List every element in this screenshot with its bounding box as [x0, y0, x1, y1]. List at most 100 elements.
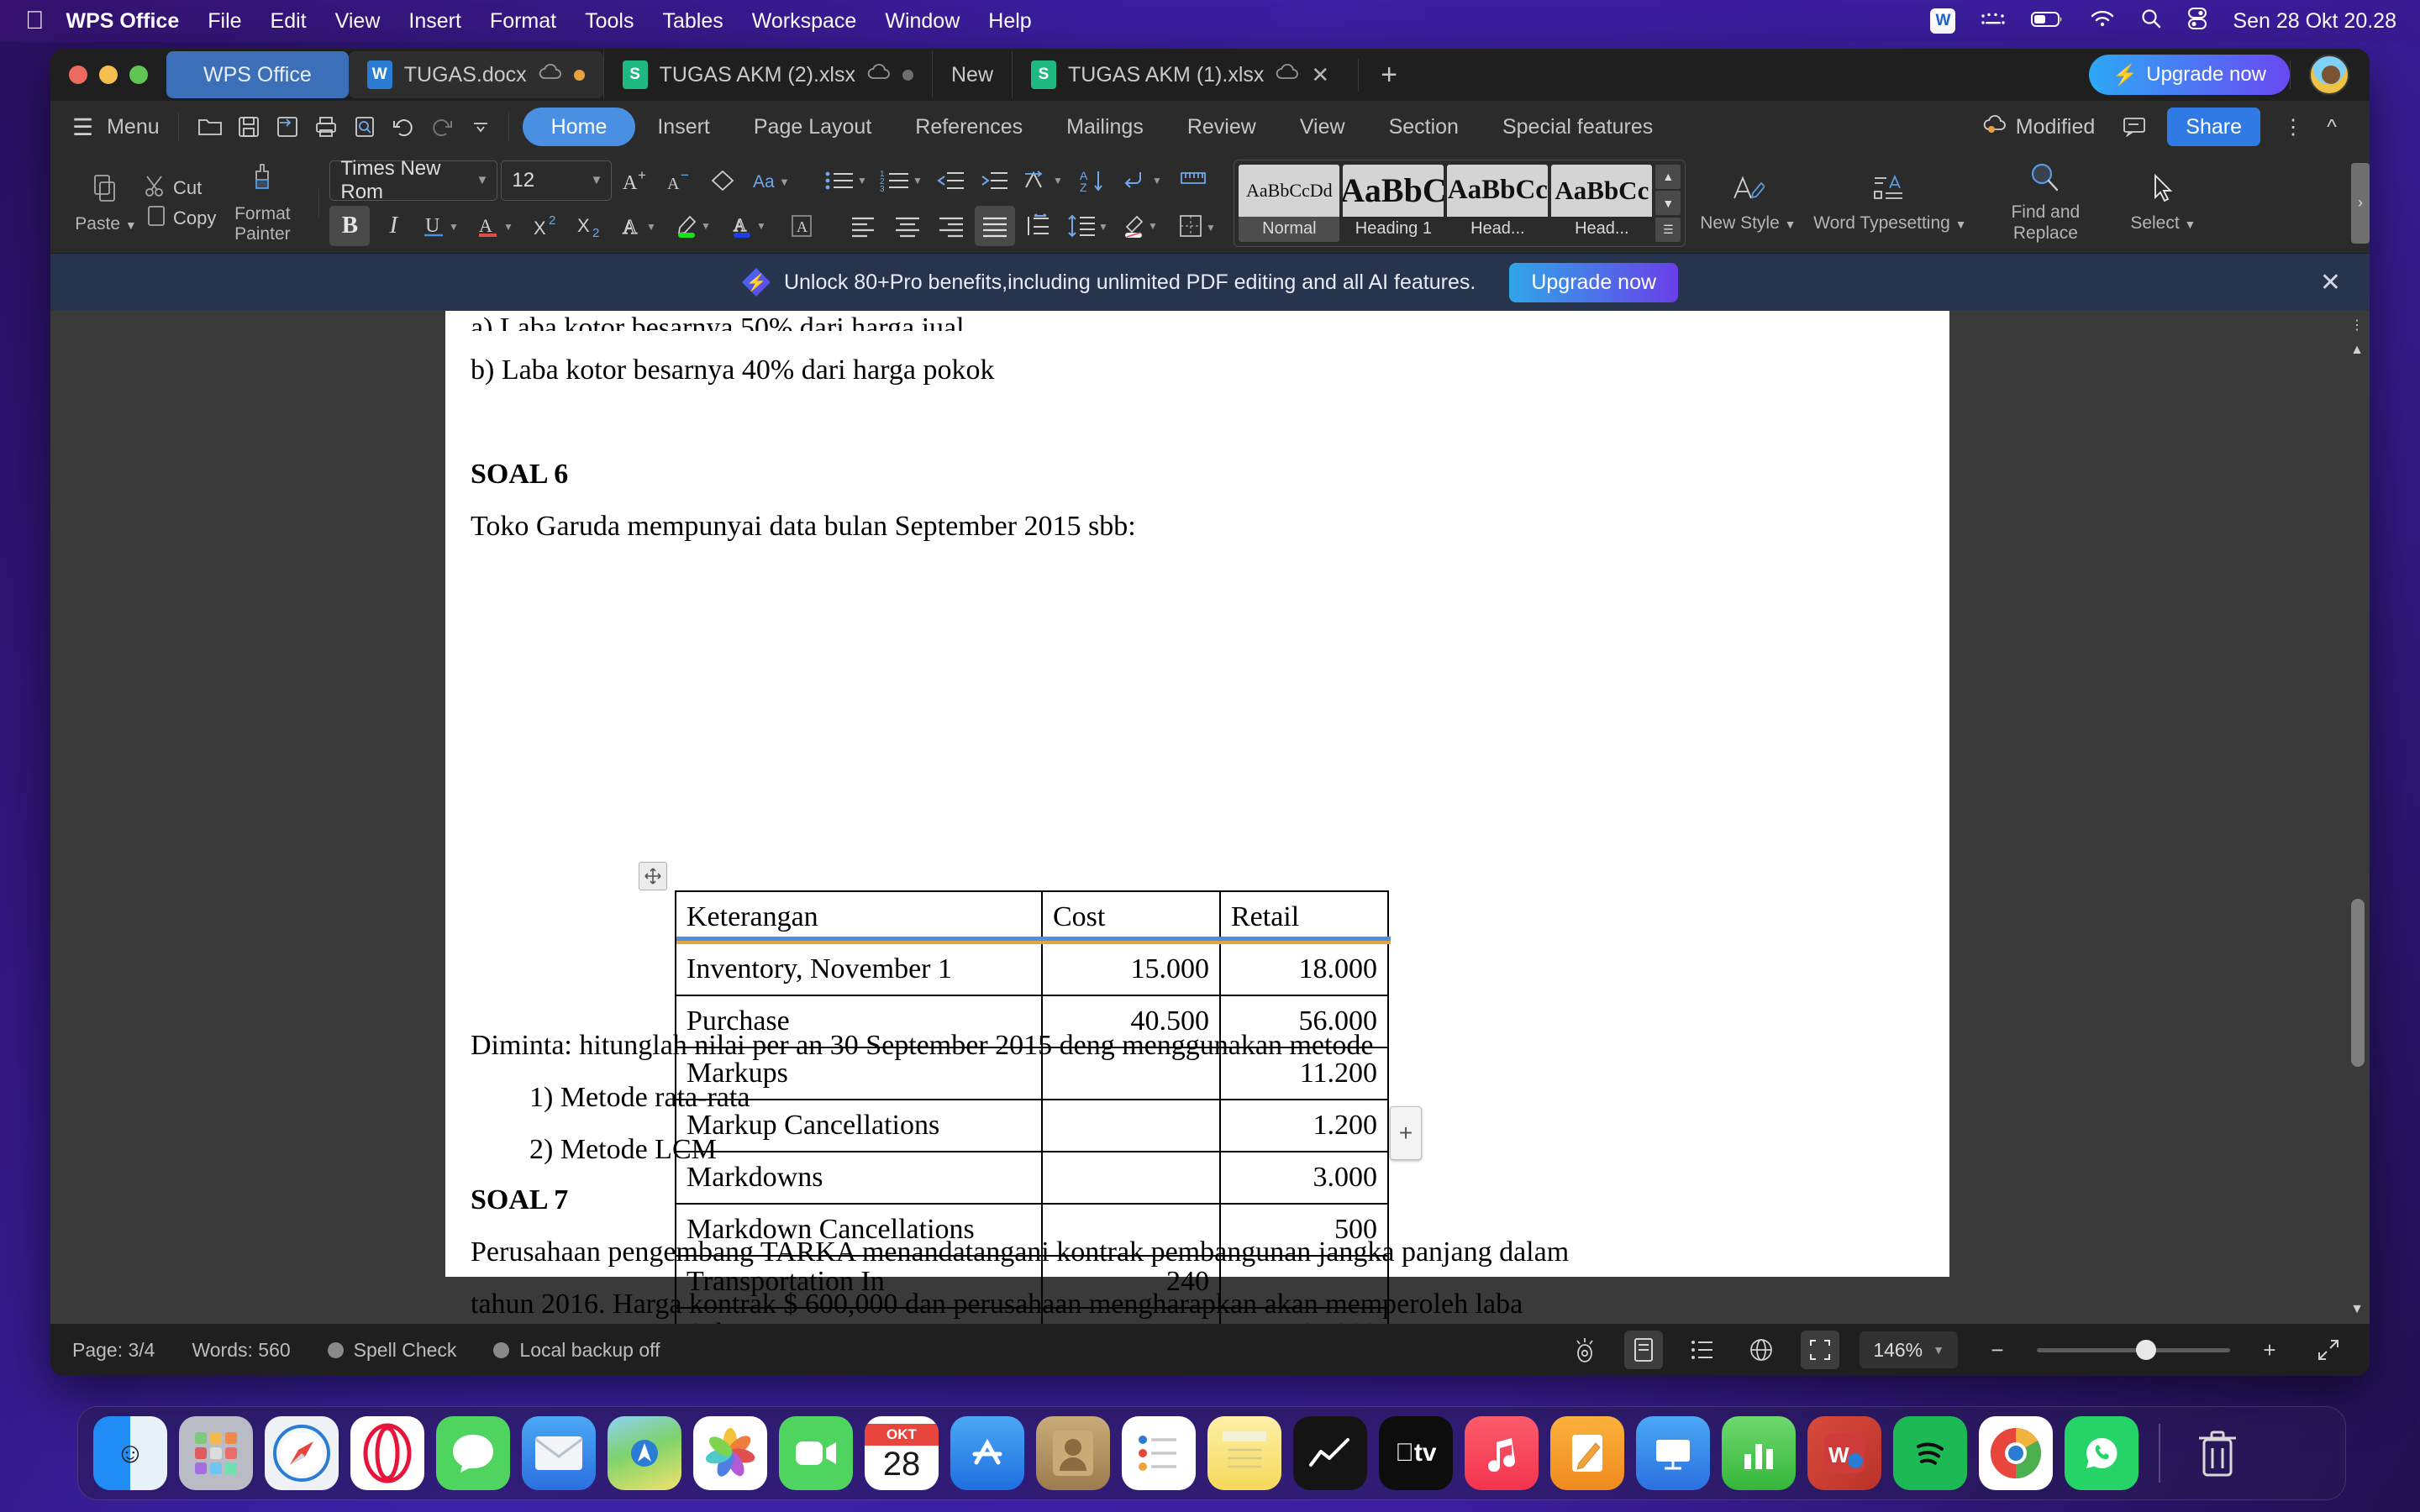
zoom-out-button[interactable]: − [1978, 1331, 2017, 1369]
more-options-icon[interactable]: ⋮ [2274, 108, 2312, 146]
borders-icon[interactable]: ▼ [1173, 206, 1225, 246]
wifi-icon[interactable] [2090, 9, 2115, 34]
tab-references[interactable]: References [893, 108, 1044, 146]
table-row[interactable]: Transportation In 240 [675, 1255, 1389, 1309]
table-cell-retail[interactable]: 18.000 [1219, 942, 1389, 996]
shrink-font-icon[interactable]: A − [659, 160, 699, 201]
table-cell-label[interactable]: Sales [675, 1307, 1043, 1324]
undo-icon[interactable] [384, 108, 423, 146]
text-color-icon[interactable]: A ▼ [726, 206, 778, 246]
italic-button[interactable]: I [373, 206, 413, 246]
dock-app-music[interactable] [1465, 1416, 1539, 1490]
clear-formatting-icon[interactable] [702, 160, 743, 201]
table-cell-retail[interactable]: 56.000 [1219, 995, 1389, 1048]
table-row[interactable]: Markup Cancellations 1.200 [675, 1099, 1389, 1152]
bold-button[interactable]: B [329, 205, 371, 246]
menubar-item-tools[interactable]: Tools [585, 9, 634, 34]
window-controls[interactable] [69, 66, 148, 84]
numbered-list-icon[interactable]: 1 2 3 ▼ [876, 160, 928, 201]
table-cell-retail[interactable]: 500 [1219, 1203, 1389, 1257]
document-table[interactable]: Keterangan Cost Retail Inventory, Novemb… [675, 890, 1389, 1324]
tab-insert[interactable]: Insert [635, 108, 732, 146]
zoom-slider[interactable] [2037, 1339, 2230, 1360]
maximize-window-button[interactable] [129, 66, 148, 84]
table-row[interactable]: Purchase 40.500 56.000 [675, 995, 1389, 1048]
find-and-replace-button[interactable]: Find and Replace [1978, 162, 2112, 243]
table-cell-label[interactable]: Inventory, November 1 [675, 942, 1043, 996]
font-color-icon[interactable]: A ▼ [472, 206, 524, 246]
sort-az-icon[interactable]: AZ [1074, 160, 1114, 201]
subscript-button[interactable]: X2 [571, 206, 612, 246]
align-left-icon[interactable] [844, 206, 884, 246]
dock-app-safari[interactable] [265, 1416, 339, 1490]
dock-app-stocks[interactable] [1293, 1416, 1367, 1490]
scroll-up-icon[interactable]: ▲ [1655, 164, 1681, 189]
ruler-icon[interactable] [1173, 160, 1213, 201]
avatar[interactable] [2309, 55, 2349, 95]
dock-app-spotify[interactable] [1893, 1416, 1967, 1490]
underline-button[interactable]: U ▼ [417, 206, 469, 246]
dock-app-chrome[interactable] [1979, 1416, 2053, 1490]
close-icon[interactable]: ✕ [2320, 268, 2341, 297]
table-cell-label[interactable]: Markups [675, 1047, 1043, 1100]
font-size-select[interactable]: 12 ▼ [501, 160, 613, 201]
menubar-clock[interactable]: Sen 28 Okt 20.28 [2233, 9, 2396, 34]
close-tab-icon[interactable]: ✕ [1311, 62, 1329, 88]
menubar-item-view[interactable]: View [335, 9, 381, 34]
page-view-icon[interactable] [1624, 1331, 1664, 1369]
hamburger-menu-icon[interactable]: ☰ [72, 113, 93, 141]
menu-button[interactable]: Menu [107, 115, 160, 139]
format-painter-button[interactable]: Format Painter [216, 162, 308, 244]
style-gallery-scroll[interactable]: ▲ ▼ ☰ [1655, 164, 1681, 242]
menubar-item-edit[interactable]: Edit [271, 9, 307, 34]
menubar-item-format[interactable]: Format [490, 9, 556, 34]
tab-section[interactable]: Section [1367, 108, 1481, 146]
local-backup-status[interactable]: Local backup off [493, 1339, 660, 1362]
reading-eye-icon[interactable] [1565, 1331, 1604, 1369]
fullscreen-icon[interactable] [2309, 1331, 2348, 1369]
dock-app-launchpad[interactable] [179, 1416, 253, 1490]
search-icon[interactable] [2140, 8, 2162, 35]
menubar-item-file[interactable]: File [208, 9, 241, 34]
cloud-icon[interactable] [1276, 63, 1299, 87]
dock-app-trash[interactable] [2181, 1416, 2254, 1490]
table-header-retail[interactable]: Retail [1219, 890, 1389, 944]
tab-page-layout[interactable]: Page Layout [732, 108, 893, 146]
cut-button[interactable]: Cut [145, 174, 216, 202]
web-view-icon[interactable] [1742, 1331, 1781, 1369]
copy-button[interactable]: Copy [145, 204, 216, 233]
dock-app-maps[interactable] [608, 1416, 681, 1490]
table-cell-retail[interactable] [1219, 1255, 1389, 1309]
new-tab-button[interactable]: + [1358, 58, 1419, 92]
scroll-up-arrow-icon[interactable]: ▲ [2344, 338, 2370, 363]
cloud-icon[interactable] [539, 63, 562, 87]
table-header-keterangan[interactable]: Keterangan [675, 890, 1043, 944]
dock-app-opera[interactable] [350, 1416, 424, 1490]
zoom-in-button[interactable]: + [2250, 1331, 2289, 1369]
comment-icon[interactable] [2115, 108, 2154, 146]
table-cell-label[interactable]: Purchase [675, 995, 1043, 1048]
table-row[interactable]: Markups 11.200 [675, 1047, 1389, 1100]
table-row[interactable]: Sales 67.000 [675, 1307, 1389, 1324]
table-row[interactable]: Markdown Cancellations 500 [675, 1203, 1389, 1257]
table-cell-retail[interactable]: 3.000 [1219, 1151, 1389, 1205]
word-typesetting-button[interactable]: Word Typesetting ▼ [1802, 173, 1978, 234]
paragraph-shading-icon[interactable]: ▼ [1118, 206, 1170, 246]
table-cell-cost[interactable] [1041, 1307, 1221, 1324]
table-cell-cost[interactable]: 240 [1041, 1255, 1221, 1309]
dock-app-whatsapp[interactable] [2065, 1416, 2139, 1490]
table-row[interactable]: Markdowns 3.000 [675, 1151, 1389, 1205]
style-heading-2[interactable]: AaBbCc Head... [1447, 164, 1549, 242]
multilevel-list-icon[interactable]: ▼ [1018, 160, 1071, 201]
dock-app-photos[interactable] [693, 1416, 767, 1490]
save-as-icon[interactable] [268, 108, 307, 146]
tab-review[interactable]: Review [1165, 108, 1278, 146]
select-button[interactable]: Select ▼ [2112, 173, 2213, 234]
increase-indent-icon[interactable] [975, 160, 1015, 201]
document-vertical-scrollbar[interactable] [2351, 899, 2365, 1067]
align-right-icon[interactable] [931, 206, 971, 246]
table-cell-retail[interactable]: 67.000 [1219, 1307, 1389, 1324]
dock-app-messages[interactable] [436, 1416, 510, 1490]
scroll-down-arrow-icon[interactable]: ▼ [2344, 1297, 2370, 1322]
table-cell-label[interactable]: Markdown Cancellations [675, 1203, 1043, 1257]
